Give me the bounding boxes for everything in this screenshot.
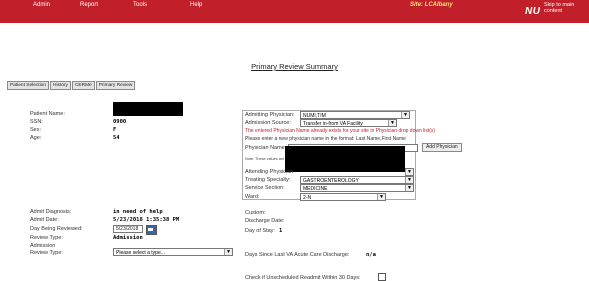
admit-date-label: Admit Date: [30,217,59,223]
service-section-value: MEDICINE [303,186,328,192]
day-being-reviewed-label: Day Being Reviewed: [30,226,83,232]
top-nav-bar: Admin Report Tools Help Site: LCAlbany N… [0,0,589,23]
physician-name-label: Physician Name: [245,145,287,151]
age-label: Age: [30,135,42,141]
ward-label: Ward: [245,194,260,200]
admission-source-label: Admission Source: [245,120,291,126]
admission-source-value: Transfer in-from VA Facility [303,121,363,127]
day-of-stay-value: 1 [279,228,283,234]
service-section-select[interactable]: MEDICINE ▼ [300,184,414,192]
review-type-label: Review Type: [30,235,63,241]
tab-bar: Patient Selection History CERMe Primary … [7,81,136,90]
chevron-down-icon: ▼ [224,249,232,255]
admit-diagnosis-label: Admit Diagnosis: [30,209,72,215]
chevron-down-icon: ▼ [405,185,413,191]
admission-review-type-select[interactable]: Please select a type... ▼ [113,248,233,256]
redacted-physician-info [285,146,405,172]
tab-history[interactable]: History [50,81,71,90]
admission-source-select[interactable]: Transfer in-from VA Facility ▼ [300,119,397,127]
unscheduled-readmit-label: Check if Unscheduled Readmit Within 30 D… [245,275,361,281]
day-being-reviewed-input[interactable]: 5/23/2018 [113,225,143,233]
skip-to-main-link[interactable]: Skip to main content [540,2,589,14]
admitting-physician-select[interactable]: NUMI,TIM ▼ [300,111,410,119]
admission-review-type-value: Please select a type... [116,250,165,256]
redacted-patient-name [113,102,183,116]
days-since-discharge-label: Days Since Last VA Acute Care Discharge: [245,252,350,258]
discharge-date-label: Discharge Date: [245,218,285,224]
physician-format-hint: Please enter a new physician name in the… [245,136,406,142]
treating-specialty-select[interactable]: GASTROENTEROLOGY ▼ [300,176,414,184]
service-section-label: Service Section: [245,185,285,191]
menu-help[interactable]: Help [190,2,202,8]
menu-admin[interactable]: Admin [33,2,50,8]
menu-report[interactable]: Report [80,2,98,8]
sex-value: F [113,127,117,133]
chevron-down-icon: ▼ [388,120,396,126]
tab-primary-review[interactable]: Primary Review [95,81,136,90]
site-name: Site: LCAlbany [410,2,453,8]
admit-date-value: 5/23/2018 1:35:38 PM [113,217,180,223]
attending-physician-label: Attending Physician: [245,169,295,175]
days-since-discharge-value: n/a [366,252,376,258]
treating-specialty-label: Treating Specialty: [245,177,291,183]
admit-diagnosis-value: in need of help [113,209,163,215]
add-physician-button[interactable]: Add Physician [422,143,462,152]
note-text: Note: These values are as [245,157,290,161]
age-value: 54 [113,135,120,141]
admitting-physician-label: Admitting Physician: [245,112,295,118]
ward-select[interactable]: 2-N ▼ [300,193,386,201]
tab-patient-selection[interactable]: Patient Selection [7,81,50,90]
attending-physician-select[interactable]: ▼ [405,168,414,176]
custom-label: Custom: [245,210,266,216]
review-type-value: Admission [113,235,143,241]
ssn-value: 0900 [113,119,127,125]
day-of-stay-label: Day of Stay: [245,228,275,234]
calendar-icon[interactable] [146,225,157,235]
chevron-down-icon: ▼ [405,169,413,175]
chevron-down-icon: ▼ [405,177,413,183]
admission-review-label-line2: Review Type: [30,250,63,256]
tab-cerme[interactable]: CERMe [71,81,95,90]
ssn-label: SSN: [30,119,43,125]
ward-value: 2-N [303,195,312,201]
patient-name-label: Patient Name: [30,111,65,117]
menu-tools[interactable]: Tools [133,2,147,8]
chevron-down-icon: ▼ [377,194,385,200]
physician-warning: The entered Physician Name already exist… [245,128,436,134]
page-title: Primary Review Summary [251,62,338,71]
admission-review-label-line1: Admission [30,243,56,249]
sex-label: Sex: [30,127,42,133]
chevron-down-icon: ▼ [401,112,409,118]
